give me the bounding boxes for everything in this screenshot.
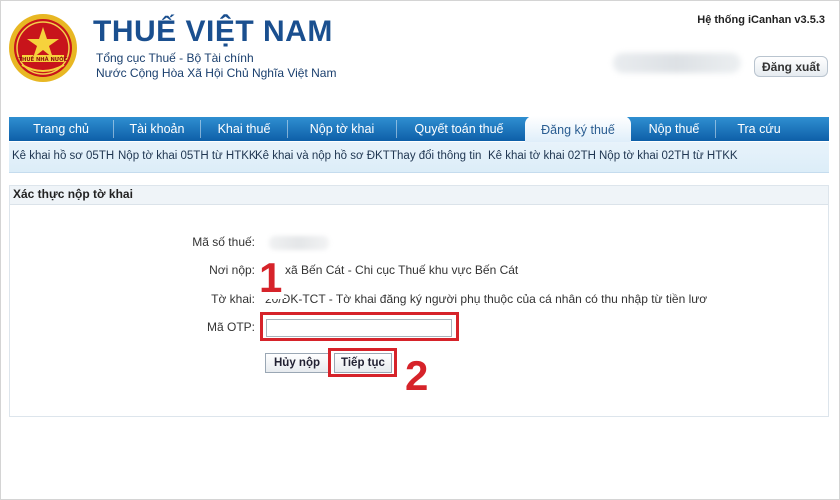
place-value: Thị xã Bến Cát - Chi cục Thuế khu vực Bế… <box>265 263 519 277</box>
subnav-declare-05th[interactable]: Kê khai hồ sơ 05TH <box>12 150 114 162</box>
main-tab-bar: Trang chủ Tài khoản Khai thuế Nộp tờ kha… <box>9 116 829 142</box>
subnav-declare-02th[interactable]: Kê khai tờ khai 02TH <box>488 150 596 162</box>
tax-emblem-icon: THUẾ NHÀ NƯỚC <box>9 14 77 82</box>
tab-account[interactable]: Tài khoản <box>114 117 200 141</box>
tax-code-value-redacted <box>269 236 329 250</box>
page: THUẾ NHÀ NƯỚC THUẾ VIỆT NAM Tổng cục Thu… <box>0 0 840 500</box>
otp-label: Mã OTP: <box>206 320 255 334</box>
tab-tax-finalization[interactable]: Quyết toán thuế <box>397 117 521 141</box>
tax-code-label: Mã số thuế: <box>192 235 255 249</box>
continue-highlight-box <box>328 348 397 377</box>
cancel-submit-button[interactable]: Hủy nộp <box>265 353 329 373</box>
logout-button[interactable]: Đăng xuất <box>754 56 828 77</box>
step-2-marker: 2 <box>405 352 429 399</box>
panel-title: Xác thực nộp tờ khai <box>13 187 133 201</box>
tab-tax-declaration[interactable]: Khai thuế <box>201 117 287 141</box>
svg-text:THUẾ NHÀ NƯỚC: THUẾ NHÀ NƯỚC <box>19 55 68 63</box>
brand-subtitle-country: Nước Cộng Hòa Xã Hội Chủ Nghĩa Việt Nam <box>96 66 337 80</box>
subnav-submit-05th-htkk[interactable]: Nộp tờ khai 05TH từ HTKK <box>118 150 257 162</box>
system-version: Hệ thống iCanhan v3.5.3 <box>697 14 825 26</box>
tab-pay-tax[interactable]: Nộp thuế <box>633 117 715 141</box>
subnav-declare-submit-dkt[interactable]: Kê khai và nộp hồ sơ ĐKT <box>255 150 390 162</box>
tab-tax-registration[interactable]: Đăng ký thuế <box>525 116 631 142</box>
tab-lookup[interactable]: Tra cứu <box>716 117 802 141</box>
subnav-change-info[interactable]: Thay đổi thông tin <box>390 150 481 162</box>
sub-navigation: Kê khai hồ sơ 05TH Nộp tờ khai 05TH từ H… <box>9 142 829 173</box>
form-label: Tờ khai: <box>211 292 255 306</box>
place-label: Nơi nộp: <box>209 263 255 277</box>
step-1-marker: 1 <box>257 254 285 301</box>
form-value: 20/ĐK-TCT - Tờ khai đăng ký người phụ th… <box>265 292 707 306</box>
brand-title: THUẾ VIỆT NAM <box>93 15 333 48</box>
panel-header: Xác thực nộp tờ khai <box>10 186 828 205</box>
tab-home[interactable]: Trang chủ <box>9 117 113 141</box>
user-name-redacted <box>613 53 741 73</box>
subnav-submit-02th-htkk[interactable]: Nộp tờ khai 02TH từ HTKK <box>599 150 738 162</box>
header: THUẾ NHÀ NƯỚC THUẾ VIỆT NAM Tổng cục Thu… <box>1 1 839 113</box>
otp-highlight-box <box>260 312 459 341</box>
brand-subtitle-agency: Tổng cục Thuế - Bộ Tài chính <box>96 51 254 65</box>
tab-submit-declaration[interactable]: Nộp tờ khai <box>288 117 396 141</box>
